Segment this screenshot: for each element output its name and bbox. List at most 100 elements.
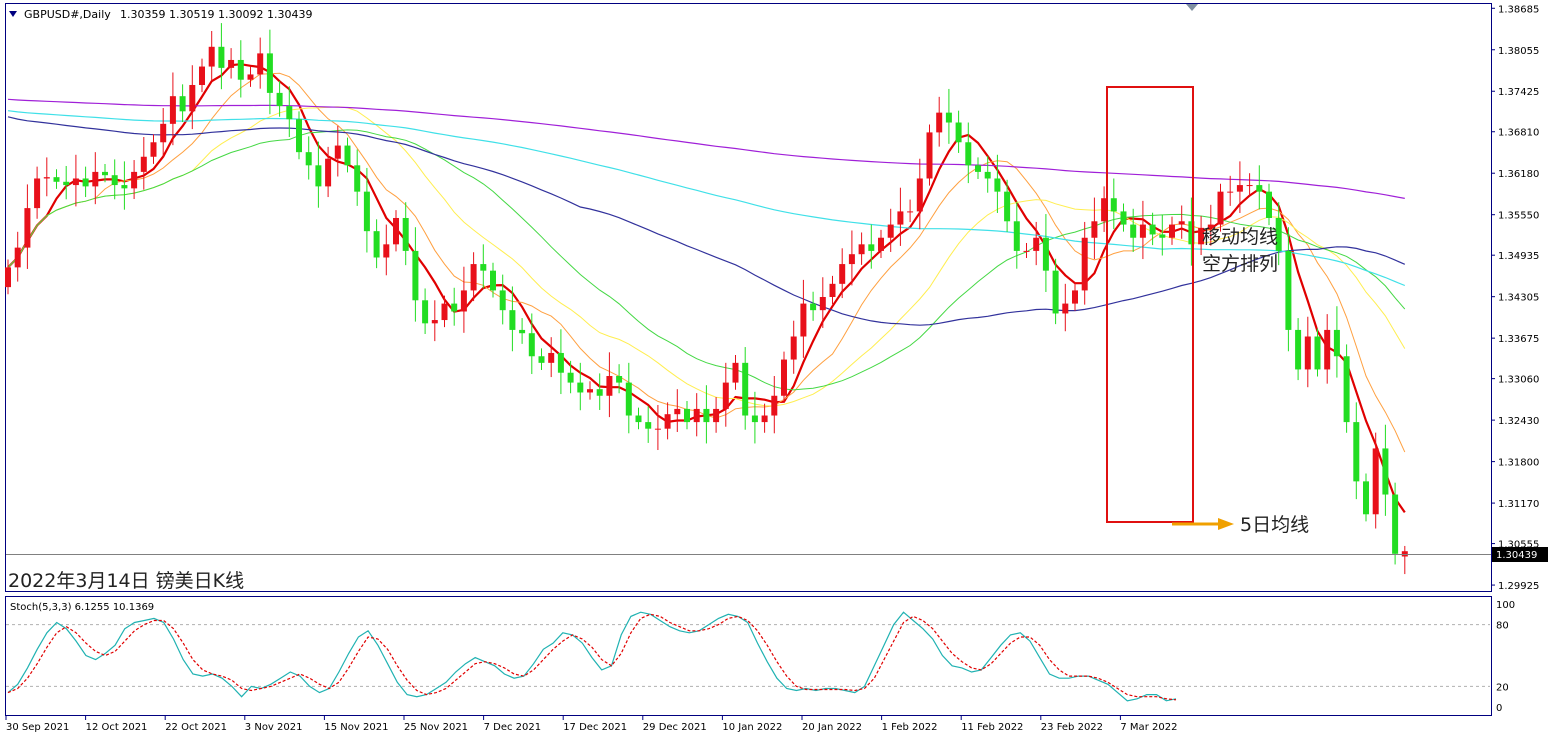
date-tick-label: 17 Dec 2021 [563, 722, 627, 733]
candle-body [1072, 290, 1078, 304]
candle-body [557, 352, 564, 373]
candle-body [363, 191, 370, 232]
price-tick-label: 1.33675 [1498, 334, 1539, 345]
date-tick-label: 3 Nov 2021 [245, 722, 303, 733]
candle-body [1285, 250, 1292, 330]
candle-body [771, 395, 778, 416]
candle-body [102, 171, 108, 176]
candle-body [528, 333, 535, 357]
candle-body [1062, 303, 1069, 314]
date-tick-label: 30 Sep 2021 [6, 722, 69, 733]
candle-body [732, 362, 739, 383]
candle-body [1217, 191, 1224, 225]
candle-body [587, 389, 593, 393]
price-tick-label: 1.36810 [1498, 128, 1539, 139]
candle-body [839, 264, 846, 284]
candle-body [189, 84, 196, 112]
candle-body [1382, 448, 1389, 495]
candle-body [344, 145, 351, 166]
chart-canvas: 10080200 1.386851.380551.374251.368101.3… [0, 0, 1553, 744]
chart-background [0, 0, 1553, 744]
candle-body [53, 177, 60, 182]
candle-body [325, 158, 332, 187]
candle-body [131, 171, 138, 189]
candle-body [829, 283, 836, 297]
candle-body [1023, 250, 1030, 252]
candle-body [722, 382, 729, 409]
candle-body [43, 177, 50, 179]
price-tick-label: 1.37425 [1498, 87, 1539, 98]
date-tick-label: 7 Dec 2021 [484, 722, 542, 733]
candle-body [519, 329, 526, 334]
candle-body [169, 96, 176, 124]
candle-body [393, 217, 399, 245]
candle-body [713, 408, 720, 423]
price-axis: 1.38685 1.38055 1.37425 1.36810 1.36180 1.355… [1491, 4, 1539, 592]
price-tick-label: 1.33060 [1498, 375, 1539, 386]
candle-body [1236, 185, 1243, 192]
candle-body [499, 290, 506, 311]
candle-body [315, 165, 322, 187]
candle-body [34, 178, 41, 209]
candle-body [237, 59, 244, 80]
symbol-label[interactable]: GBPUSD#,Daily [24, 8, 111, 21]
box-label-line2: 空方排列 [1202, 253, 1278, 275]
candle-body [1353, 422, 1360, 482]
candle-body [490, 270, 496, 291]
candle-body [567, 372, 574, 383]
date-tick-label: 25 Nov 2021 [404, 722, 468, 733]
candle-body [257, 53, 264, 75]
candle-body [548, 352, 555, 363]
candle-body [1401, 551, 1408, 557]
candle-body [218, 46, 225, 68]
candle-body [383, 244, 390, 258]
candle-body [1139, 224, 1146, 238]
candle-body [412, 250, 419, 301]
candle-body [1333, 329, 1340, 357]
candle-body [751, 415, 758, 423]
date-tick-label: 12 Oct 2021 [86, 722, 148, 733]
candle-body [975, 165, 981, 172]
box-label-line1: 移动均线 [1202, 226, 1278, 248]
candle-body [781, 359, 787, 396]
candle-body [1013, 221, 1020, 251]
candle-body [625, 382, 632, 416]
date-tick-label: 11 Feb 2022 [961, 722, 1023, 733]
candle-body [1091, 221, 1098, 238]
candle-body [693, 408, 700, 423]
candle-body [994, 178, 1001, 192]
candle-body [868, 244, 875, 251]
candle-body [1110, 198, 1117, 212]
candle-body [1256, 185, 1263, 192]
candle-body [1149, 224, 1156, 235]
candle-body [664, 414, 671, 429]
candle-body [858, 244, 865, 255]
candle-body [199, 66, 205, 85]
candle-body [1372, 448, 1379, 515]
candle-body [140, 156, 147, 172]
price-tick-label: 1.35550 [1498, 211, 1539, 222]
candle-body [111, 175, 118, 186]
candle-body [354, 165, 361, 192]
candle-body [1304, 336, 1311, 370]
candle-body [1246, 185, 1253, 187]
candle-body [286, 106, 293, 120]
price-tick-label: 1.38685 [1498, 4, 1539, 15]
candle-body [402, 217, 409, 251]
candle-body [82, 178, 89, 187]
candle-body [1033, 237, 1040, 251]
candle-body [1120, 211, 1127, 225]
price-tick-label: 1.34305 [1498, 293, 1539, 304]
current-price-tag-text: 1.30439 [1496, 550, 1537, 561]
date-tick-label: 20 Jan 2022 [802, 722, 862, 733]
candle-body [945, 112, 952, 123]
candle-body [179, 96, 186, 112]
price-tick-label: 1.31800 [1498, 458, 1539, 469]
candle-body [121, 185, 128, 189]
candle-body [635, 415, 642, 423]
candle-body [1042, 237, 1049, 271]
ma5-arrow-label: 5日均线 [1240, 514, 1309, 536]
stoch-tick-label: 100 [1496, 600, 1515, 611]
candle-body [14, 247, 21, 268]
candle-body [1392, 494, 1399, 554]
